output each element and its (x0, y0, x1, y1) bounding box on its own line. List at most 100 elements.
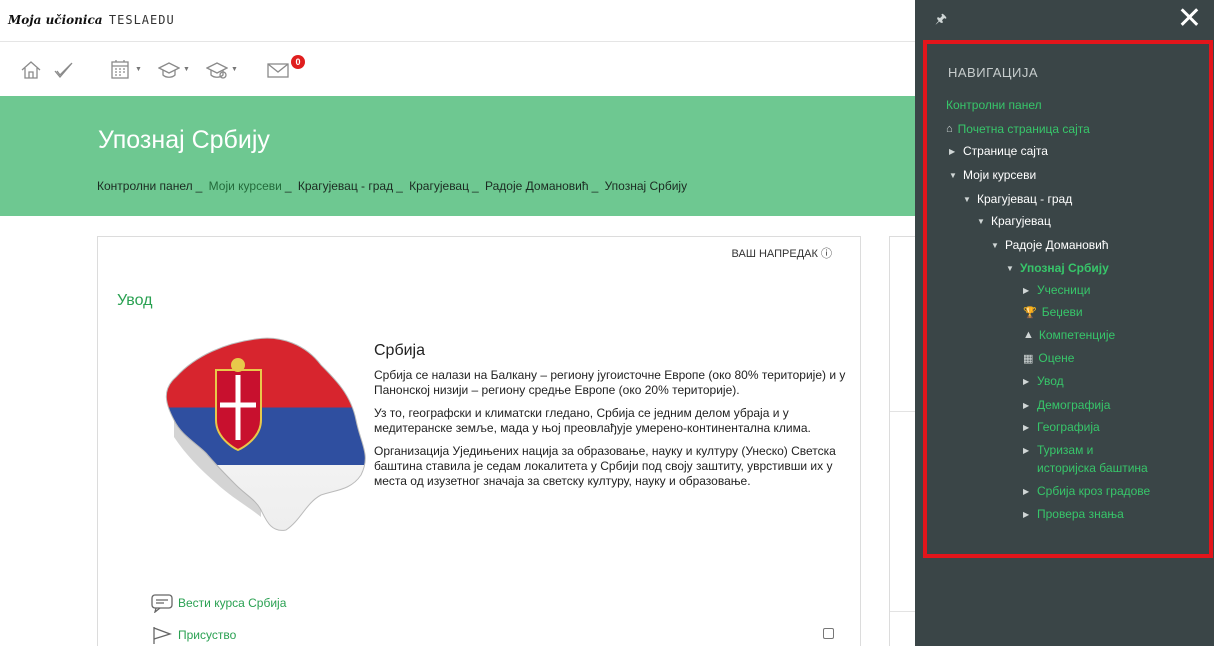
expand-arrow-icon: ▶ (1023, 445, 1030, 455)
breadcrumb-item-course[interactable]: Упознај Србију (605, 179, 688, 193)
nav-item-quiz[interactable]: ▶ Провера знања (1023, 507, 1124, 521)
breadcrumb-item-school[interactable]: Радоје Домановић (485, 179, 589, 193)
article-paragraph: Србија се налази на Балкану – региону ју… (374, 368, 846, 397)
forum-icon (151, 594, 173, 613)
help-circle-icon[interactable]: ⓘ (821, 248, 832, 260)
nav-item-label: Србија кроз градове (1037, 484, 1151, 498)
nav-item-competencies[interactable]: ▲ Компетенције (1023, 328, 1115, 342)
home-icon[interactable] (18, 58, 44, 82)
collapse-arrow-icon: ▼ (1006, 263, 1014, 273)
nav-item-tourism[interactable]: ▶ Туризам и (1023, 443, 1093, 457)
collapse-arrow-icon: ▼ (949, 170, 957, 180)
activity-news-forum[interactable]: Вести курса Србија (150, 593, 286, 613)
expand-arrow-icon: ▶ (949, 146, 956, 156)
trophy-icon: 🏆 (1023, 306, 1037, 319)
nav-item-label: Крагујевац - град (977, 192, 1073, 206)
table-icon: ▦ (1023, 352, 1034, 365)
nav-item-participants[interactable]: ▶ Учесници (1023, 283, 1090, 297)
expand-arrow-icon: ▶ (1023, 400, 1030, 410)
nav-item-label: Оцене (1038, 351, 1075, 365)
expand-arrow-icon: ▶ (1023, 376, 1030, 386)
logo-brand: TESLAEDU (108, 13, 175, 27)
page: Moja učionica TESLAEDU ▼ ▼ ▼ 0 Упознај С… (0, 0, 1214, 646)
nav-item-label: Крагујевац (991, 214, 1051, 228)
expand-arrow-icon: ▶ (1023, 486, 1030, 496)
toolbar: ▼ ▼ ▼ 0 (0, 42, 920, 96)
article-paragraph: Организација Уједињених нација за образо… (374, 444, 836, 488)
breadcrumb-separator: _ (284, 179, 292, 193)
logo-script: Moja učionica (8, 13, 103, 27)
nav-item-kragujevac[interactable]: ▼ Крагујевац (977, 214, 1051, 228)
nav-item-label: Контролни панел (946, 98, 1042, 112)
breadcrumb-item-kragujevac-grad[interactable]: Крагујевац - град (298, 179, 393, 193)
nav-item-label: Географија (1037, 420, 1100, 434)
calendar-caret-icon[interactable]: ▼ (135, 66, 142, 73)
nav-item-grades[interactable]: ▦ Оцене (1023, 351, 1074, 365)
flag-icon (153, 627, 173, 644)
navigation-drawer: 🖈 ✕ НАВИГАЦИЈА Контролни панел ⌂ Почетна… (915, 0, 1214, 646)
breadcrumb-separator: _ (591, 179, 599, 193)
nav-item-demography[interactable]: ▶ Демографија (1023, 398, 1110, 412)
nav-item-badges[interactable]: 🏆 Беџеви (1023, 305, 1083, 319)
courses-caret-icon[interactable]: ▼ (183, 66, 190, 73)
breadcrumb-separator: _ (195, 179, 203, 193)
nav-item-school[interactable]: ▼ Радоје Домановић (991, 238, 1109, 252)
page-title: Упознај Србију (98, 126, 270, 154)
nav-item-kragujevac-grad[interactable]: ▼ Крагујевац - град (963, 192, 1072, 206)
nav-item-label: Почетна страница сајта (957, 122, 1090, 136)
close-icon[interactable]: ✕ (1177, 4, 1202, 34)
manage-caret-icon[interactable]: ▼ (231, 66, 238, 73)
course-content-card: ВАШ НАПРЕДАК ⓘ Увод Србија Србија се нал… (97, 236, 861, 646)
breadcrumb-item-my-courses[interactable]: Моји курсеви (209, 179, 282, 193)
nav-item-current-course[interactable]: ▼ Упознај Србију (1006, 261, 1109, 275)
serbia-map-image (165, 337, 366, 531)
site-logo[interactable]: Moja učionica TESLAEDU (8, 13, 175, 27)
graduation-cap-icon[interactable] (156, 58, 182, 82)
graduation-cap-gear-icon[interactable] (204, 58, 230, 82)
collapse-arrow-icon: ▼ (991, 240, 999, 250)
nav-item-cities[interactable]: ▶ Србија кроз градове (1023, 484, 1150, 498)
coat-of-arms (215, 358, 262, 452)
pin-icon[interactable]: 🖈 (935, 10, 947, 32)
nav-item-label: Странице сајта (963, 144, 1048, 158)
nav-item-label: Упознај Србију (1020, 261, 1109, 275)
nav-item-label: Увод (1037, 374, 1064, 388)
section-title[interactable]: Увод (117, 292, 152, 310)
collapse-arrow-icon: ▼ (977, 216, 985, 226)
nav-item-label: Туризам и (1037, 443, 1094, 457)
expand-arrow-icon: ▶ (1023, 285, 1030, 295)
calendar-icon[interactable] (107, 58, 133, 82)
activity-attendance-label: Присуство (178, 628, 237, 642)
nav-item-label: Провера знања (1037, 507, 1124, 521)
check-icon[interactable] (50, 58, 76, 82)
nav-item-site-home[interactable]: ⌂ Почетна страница сајта (946, 122, 1090, 136)
top-bar: Moja učionica TESLAEDU (0, 0, 920, 42)
nav-item-label: Беџеви (1041, 305, 1083, 319)
nav-item-label: Радоје Домановић (1005, 238, 1109, 252)
article-body: Србија се налази на Балкану – региону ју… (374, 368, 846, 497)
nav-item-label: Демографија (1037, 398, 1111, 412)
nav-item-uvod[interactable]: ▶ Увод (1023, 374, 1064, 388)
activity-attendance[interactable]: Присуство (150, 625, 236, 645)
mail-icon[interactable] (265, 58, 291, 82)
completion-checkbox[interactable] (823, 628, 834, 639)
breadcrumb-separator: _ (396, 179, 403, 193)
breadcrumb-item-kragujevac[interactable]: Крагујевац (409, 179, 469, 193)
breadcrumb-item-dashboard[interactable]: Контролни панел (97, 179, 193, 193)
nav-item-my-courses[interactable]: ▼ Моји курсеви (949, 168, 1036, 182)
pyramid-icon: ▲ (1023, 329, 1034, 341)
nav-item-dashboard[interactable]: Контролни панел (946, 98, 1042, 112)
article-paragraph: Уз то, географски и климатски гледано, С… (374, 406, 811, 435)
nav-item-tourism-line2[interactable]: историјска баштина (1037, 461, 1148, 475)
activity-news-forum-label: Вести курса Србија (178, 596, 287, 610)
nav-item-label: Учесници (1037, 283, 1091, 297)
messages-badge: 0 (291, 55, 305, 69)
navigation-block: НАВИГАЦИЈА Контролни панел ⌂ Почетна стр… (923, 40, 1213, 558)
collapse-arrow-icon: ▼ (963, 194, 971, 204)
breadcrumb: Контролни панел _ Моји курсеви _ Крагујева… (97, 179, 690, 193)
nav-item-site-pages[interactable]: ▶ Странице сајта (949, 144, 1048, 158)
progress-text: ВАШ НАПРЕДАК (731, 248, 818, 260)
expand-arrow-icon: ▶ (1023, 422, 1030, 432)
nav-item-geography[interactable]: ▶ Географија (1023, 420, 1100, 434)
breadcrumb-separator: _ (471, 179, 479, 193)
